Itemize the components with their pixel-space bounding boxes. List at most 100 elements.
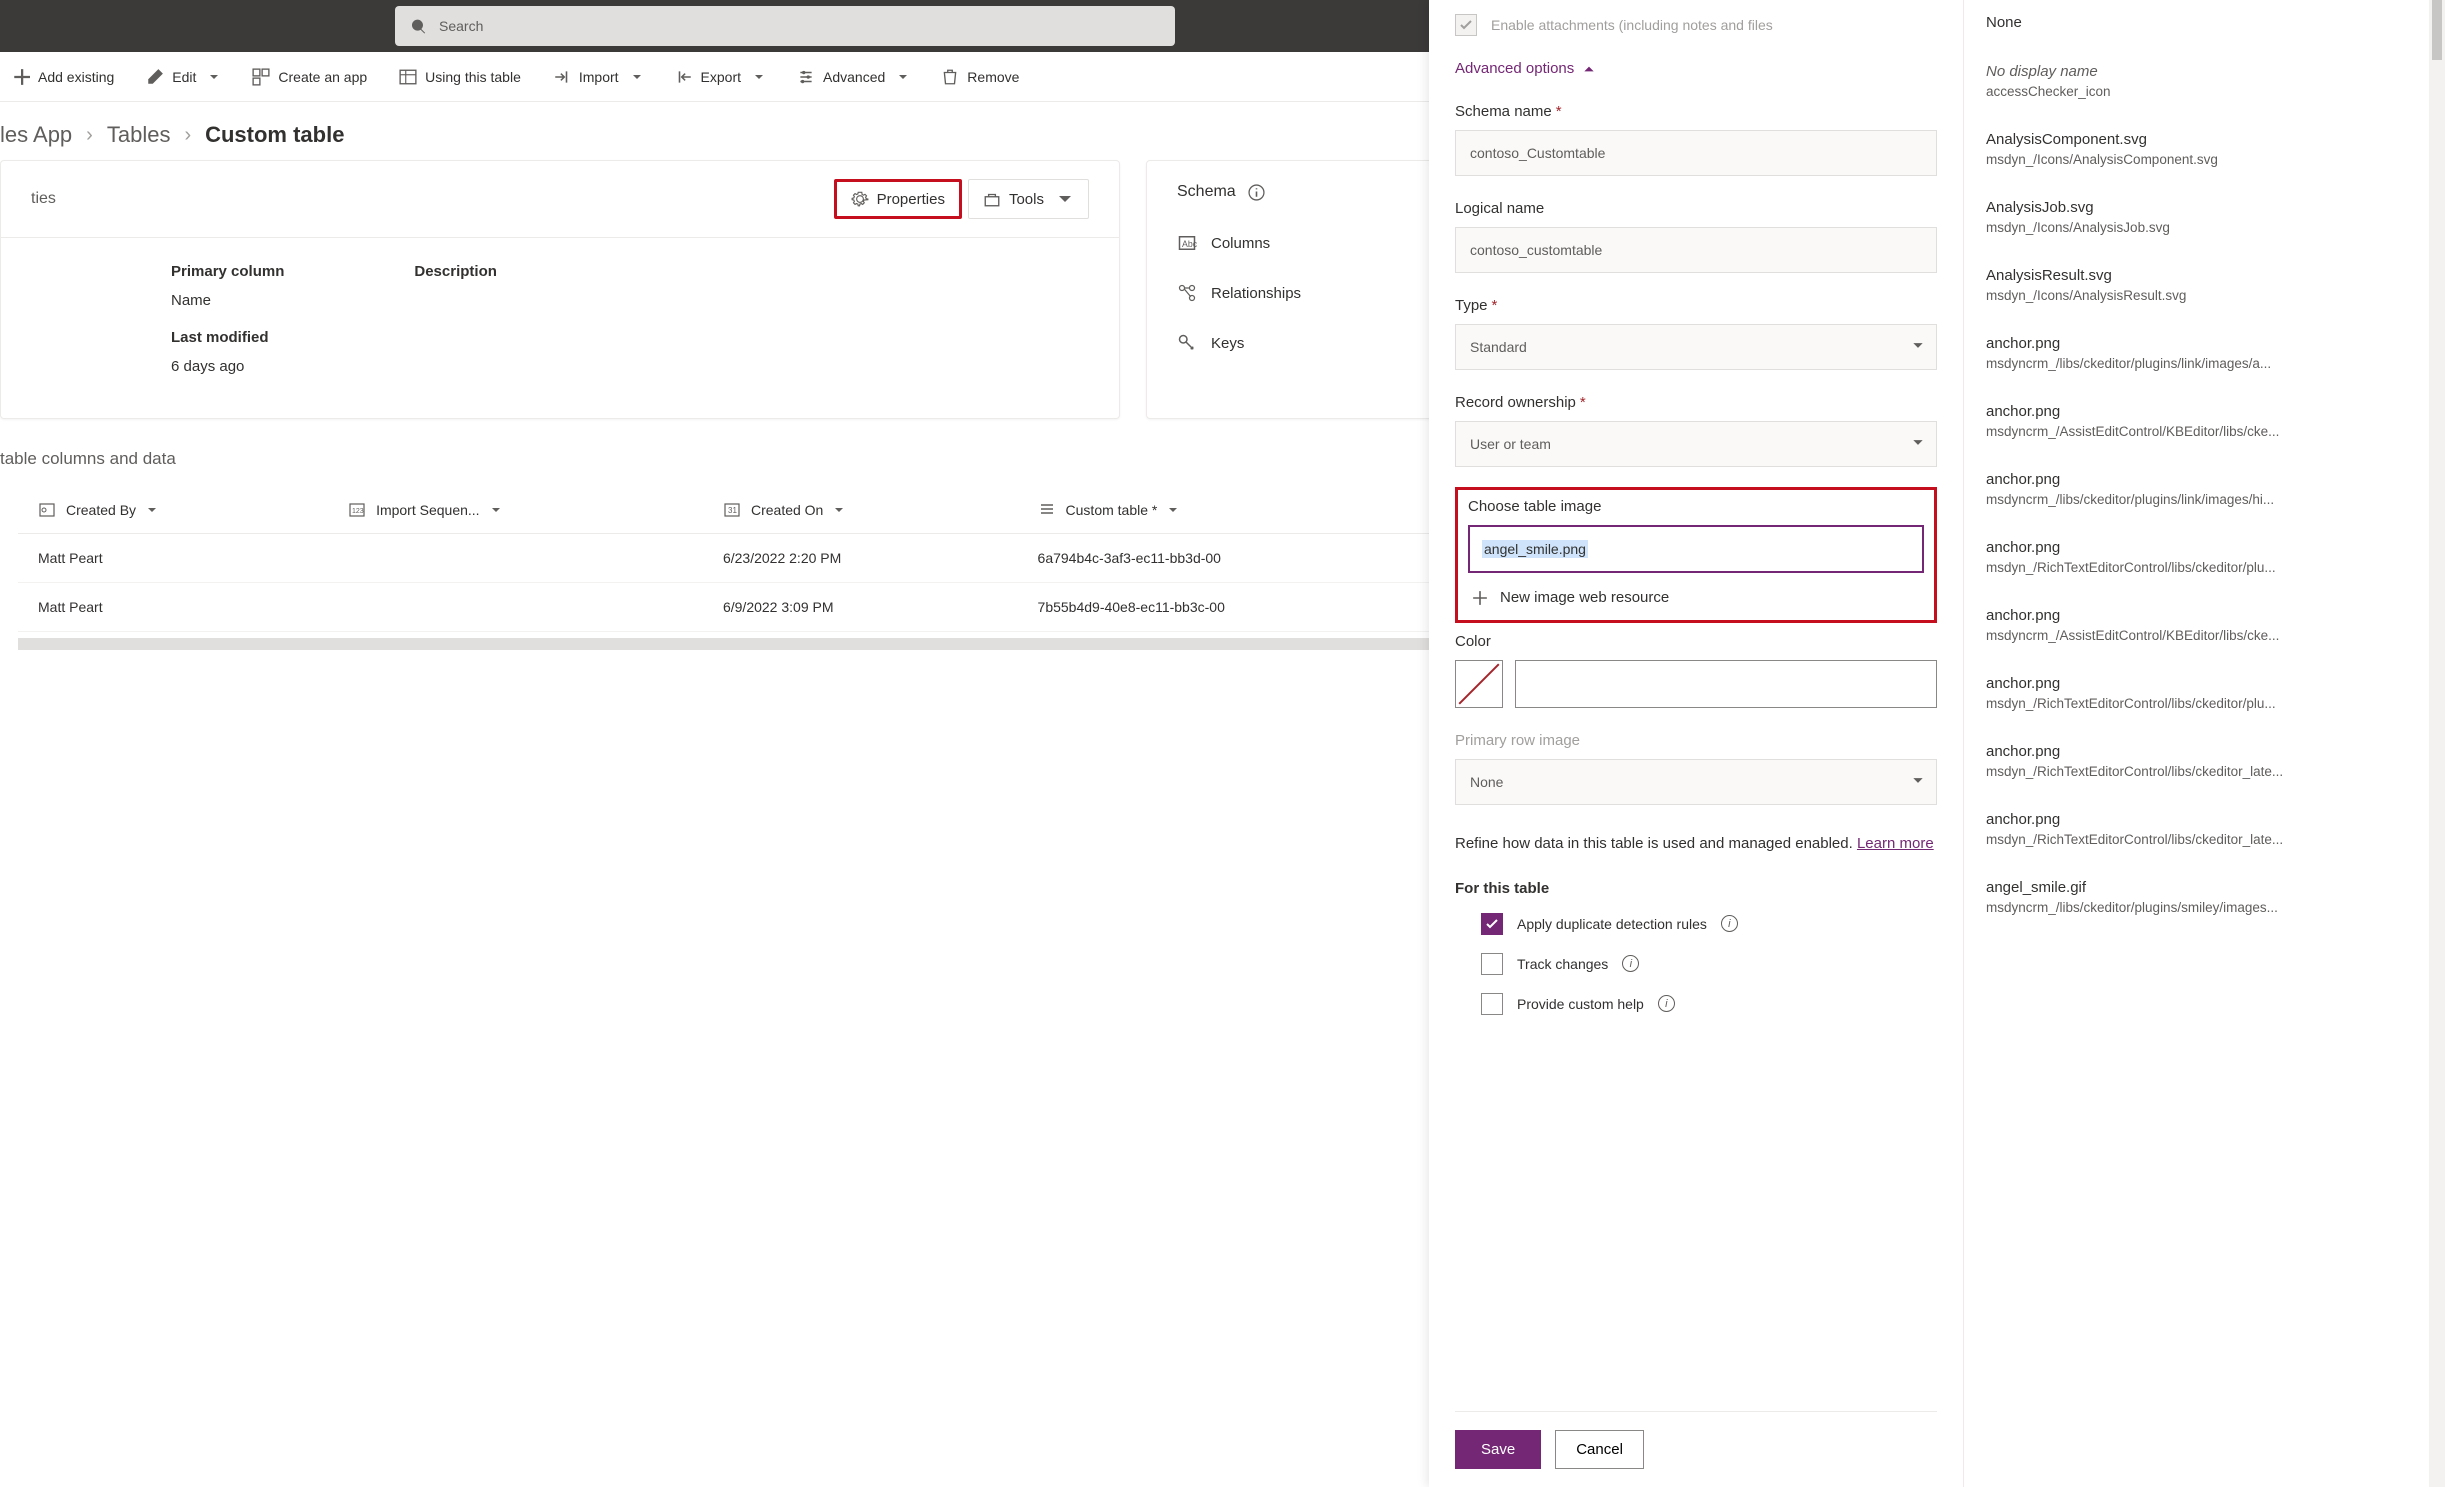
logical-name-input [1455,227,1937,273]
table-cell: 6/9/2022 3:09 PM [703,583,1018,632]
edit-button[interactable]: Edit [134,59,232,95]
cancel-button[interactable]: Cancel [1555,1430,1644,1469]
last-modified-value: 6 days ago [171,358,284,383]
dropdown-option[interactable]: anchor.pngmsdyncrm_/libs/ckeditor/plugin… [1964,457,2445,525]
column-header[interactable]: 123Import Sequen... [328,487,703,534]
record-ownership-label: Record ownership* [1455,394,1937,421]
table-cell: 7b55b4d9-40e8-ec11-bb3c-00 [1018,583,1458,632]
dropdown-option-path: msdyncrm_/libs/ckeditor/plugins/link/ima… [1986,488,2423,507]
dropdown-option-name: AnalysisComponent.svg [1986,131,2423,148]
refine-text: Refine how data in this table is used an… [1455,819,1937,866]
chevron-down-icon [897,71,909,83]
dropdown-option-path: msdyncrm_/AssistEditControl/KBEditor/lib… [1986,624,2423,643]
using-table-button[interactable]: Using this table [387,59,533,95]
dropdown-option[interactable]: None [1964,0,2445,49]
dropdown-option[interactable]: anchor.pngmsdyn_/RichTextEditorControl/l… [1964,729,2445,797]
info-icon[interactable]: i [1622,955,1639,972]
dropdown-option-name: anchor.png [1986,675,2423,692]
color-input[interactable] [1515,660,1937,708]
track-changes-checkbox[interactable] [1481,953,1503,975]
description-label: Description [414,263,497,280]
primary-row-image-select [1455,759,1937,805]
table-cell: 6a794b4c-3af3-ec11-bb3d-00 [1018,534,1458,583]
column-header[interactable]: 31Created On [703,487,1018,534]
import-button[interactable]: Import [541,59,655,95]
chevron-down-icon [1167,504,1179,516]
dropdown-option[interactable]: anchor.pngmsdyncrm_/AssistEditControl/KB… [1964,389,2445,457]
schema-name-input [1455,130,1937,176]
dropdown-option-path: msdyn_/RichTextEditorControl/libs/ckedit… [1986,760,2423,779]
dropdown-option-path: msdyn_/RichTextEditorControl/libs/ckedit… [1986,828,2423,847]
dropdown-option[interactable]: anchor.pngmsdyn_/RichTextEditorControl/l… [1964,661,2445,729]
table-row[interactable]: Matt Peart 6/23/2022 2:20 PM6a794b4c-3af3… [18,534,1458,583]
properties-title: ties [1,190,56,208]
choose-image-highlight: Choose table image angel_smile.png New i… [1455,487,1937,623]
create-app-button[interactable]: Create an app [240,59,379,95]
column-type-icon: 123 [348,501,366,519]
dropdown-option[interactable]: anchor.pngmsdyn_/RichTextEditorControl/l… [1964,797,2445,865]
dropdown-option-path: msdyn_/RichTextEditorControl/libs/ckedit… [1986,556,2423,575]
add-existing-button[interactable]: Add existing [0,59,126,95]
dropdown-option[interactable]: anchor.pngmsdyn_/RichTextEditorControl/l… [1964,525,2445,593]
dropdown-option-name: AnalysisResult.svg [1986,267,2423,284]
save-button[interactable]: Save [1455,1430,1541,1469]
plus-icon [1472,590,1488,606]
new-image-resource-button[interactable]: New image web resource [1468,573,1924,606]
tools-button[interactable]: Tools [968,179,1089,219]
info-icon[interactable]: i [1721,915,1738,932]
advanced-options-toggle[interactable]: Advanced options [1455,40,1937,93]
remove-button[interactable]: Remove [929,59,1031,95]
custom-help-checkbox[interactable] [1481,993,1503,1015]
chevron-down-icon [631,71,643,83]
dropdown-option-path: msdyncrm_/AssistEditControl/KBEditor/lib… [1986,420,2423,439]
svg-text:31: 31 [728,506,737,515]
choose-image-select[interactable]: angel_smile.png [1468,525,1924,573]
table-cell [328,583,703,632]
horizontal-scrollbar[interactable] [18,638,1458,650]
search-input[interactable]: Search [395,6,1175,46]
table-cell: Matt Peart [18,534,328,583]
advanced-button[interactable]: Advanced [785,59,921,95]
column-header[interactable]: Created By [18,487,328,534]
breadcrumb-current: Custom table [205,122,344,148]
chevron-down-icon [146,504,158,516]
dropdown-option-path: msdyn_/Icons/AnalysisComponent.svg [1986,148,2423,167]
dropdown-option[interactable]: No display nameaccessChecker_icon [1964,49,2445,117]
relationships-icon [1177,283,1197,303]
dropdown-option[interactable]: AnalysisComponent.svgmsdyn_/Icons/Analys… [1964,117,2445,185]
dropdown-option[interactable]: AnalysisResult.svgmsdyn_/Icons/AnalysisR… [1964,253,2445,321]
apply-duplicate-checkbox[interactable] [1481,913,1503,935]
dropdown-option[interactable]: anchor.pngmsdyncrm_/AssistEditControl/KB… [1964,593,2445,661]
primary-row-image-label: Primary row image [1455,732,1937,759]
schema-title: Schema [1177,183,1236,201]
column-type-icon [38,501,56,519]
dropdown-option-name: anchor.png [1986,335,2423,352]
learn-more-link[interactable]: Learn more [1857,835,1934,852]
properties-card: ties Properties Tools Primary column Nam… [0,160,1120,419]
breadcrumb-app[interactable]: les App [0,122,72,148]
dropdown-option-name: No display name [1986,63,2423,80]
chevron-down-icon [1056,190,1074,208]
color-label: Color [1455,633,1937,660]
export-button[interactable]: Export [663,59,777,95]
table-cell: 6/23/2022 2:20 PM [703,534,1018,583]
last-modified-label: Last modified [171,329,284,346]
dropdown-option[interactable]: angel_smile.gifmsdyncrm_/libs/ckeditor/p… [1964,865,2445,933]
column-type-icon [1038,501,1056,519]
breadcrumb-tables[interactable]: Tables [107,122,171,148]
info-icon[interactable]: i [1658,995,1675,1012]
breadcrumb-sep: › [86,124,93,147]
type-label: Type* [1455,297,1937,324]
dropdown-option-name: angel_smile.gif [1986,879,2423,896]
properties-button[interactable]: Properties [834,179,962,219]
dropdown-option[interactable]: AnalysisJob.svgmsdyn_/Icons/AnalysisJob.… [1964,185,2445,253]
dropdown-option-path: accessChecker_icon [1986,80,2423,99]
choose-image-label: Choose table image [1468,498,1924,525]
dropdown-option[interactable]: anchor.pngmsdyncrm_/libs/ckeditor/plugin… [1964,321,2445,389]
dropdown-option-name: anchor.png [1986,811,2423,828]
table-row[interactable]: Matt Peart6/9/2022 3:09 PM7b55b4d9-40e8-… [18,583,1458,632]
color-swatch[interactable] [1455,660,1503,708]
column-header[interactable]: Custom table * [1018,487,1458,534]
vertical-scrollbar[interactable] [2429,0,2445,1487]
dropdown-option-name: AnalysisJob.svg [1986,199,2423,216]
